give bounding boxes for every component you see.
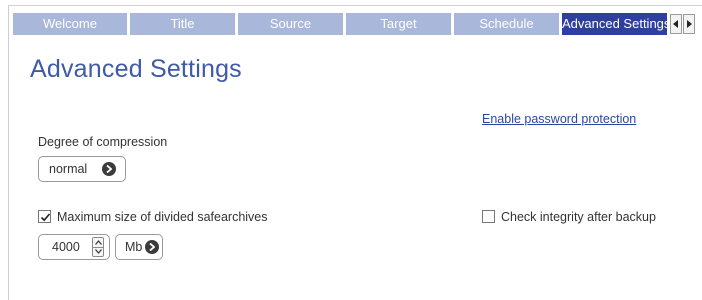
unit-value: Mb (125, 240, 143, 254)
tab-scroll-buttons (670, 14, 696, 34)
chevron-up-icon (94, 239, 102, 245)
tab-schedule[interactable]: Schedule (454, 13, 559, 35)
compression-value: normal (49, 162, 88, 176)
check-integrity-checkbox[interactable] (482, 210, 495, 223)
tab-source[interactable]: Source (238, 13, 343, 35)
max-size-checkbox[interactable] (38, 210, 51, 223)
compression-dropdown[interactable]: normal (38, 156, 126, 182)
tab-title[interactable]: Title (130, 13, 235, 35)
enable-password-protection-link[interactable]: Enable password protection (482, 112, 636, 126)
increment-button[interactable] (93, 238, 103, 247)
decrement-button[interactable] (93, 246, 103, 256)
tab-scroll-right-button[interactable] (683, 14, 695, 34)
check-integrity-label: Check integrity after backup (501, 210, 656, 224)
arrow-left-icon (673, 20, 678, 28)
tab-advanced-settings[interactable]: Advanced Settings (562, 13, 670, 35)
chevron-right-icon (145, 240, 159, 254)
tab-welcome[interactable]: Welcome (13, 13, 127, 35)
chevron-down-icon (94, 249, 102, 255)
spin-buttons (92, 237, 104, 257)
unit-dropdown[interactable]: Mb (115, 234, 163, 260)
page-title: Advanced Settings (30, 55, 242, 83)
tab-target[interactable]: Target (346, 13, 451, 35)
wizard-panel (8, 5, 702, 300)
compression-label: Degree of compression (38, 135, 168, 149)
chevron-right-icon (102, 162, 116, 176)
max-size-label: Maximum size of divided safearchives (57, 210, 268, 224)
max-size-value: 4000 (52, 240, 80, 254)
max-size-stepper[interactable]: 4000 (38, 234, 110, 260)
checkmark-icon (40, 213, 51, 222)
wizard-tabs: Welcome Title Source Target Schedule Adv… (13, 13, 670, 35)
arrow-right-icon (687, 20, 692, 28)
tab-scroll-left-button[interactable] (670, 14, 682, 34)
